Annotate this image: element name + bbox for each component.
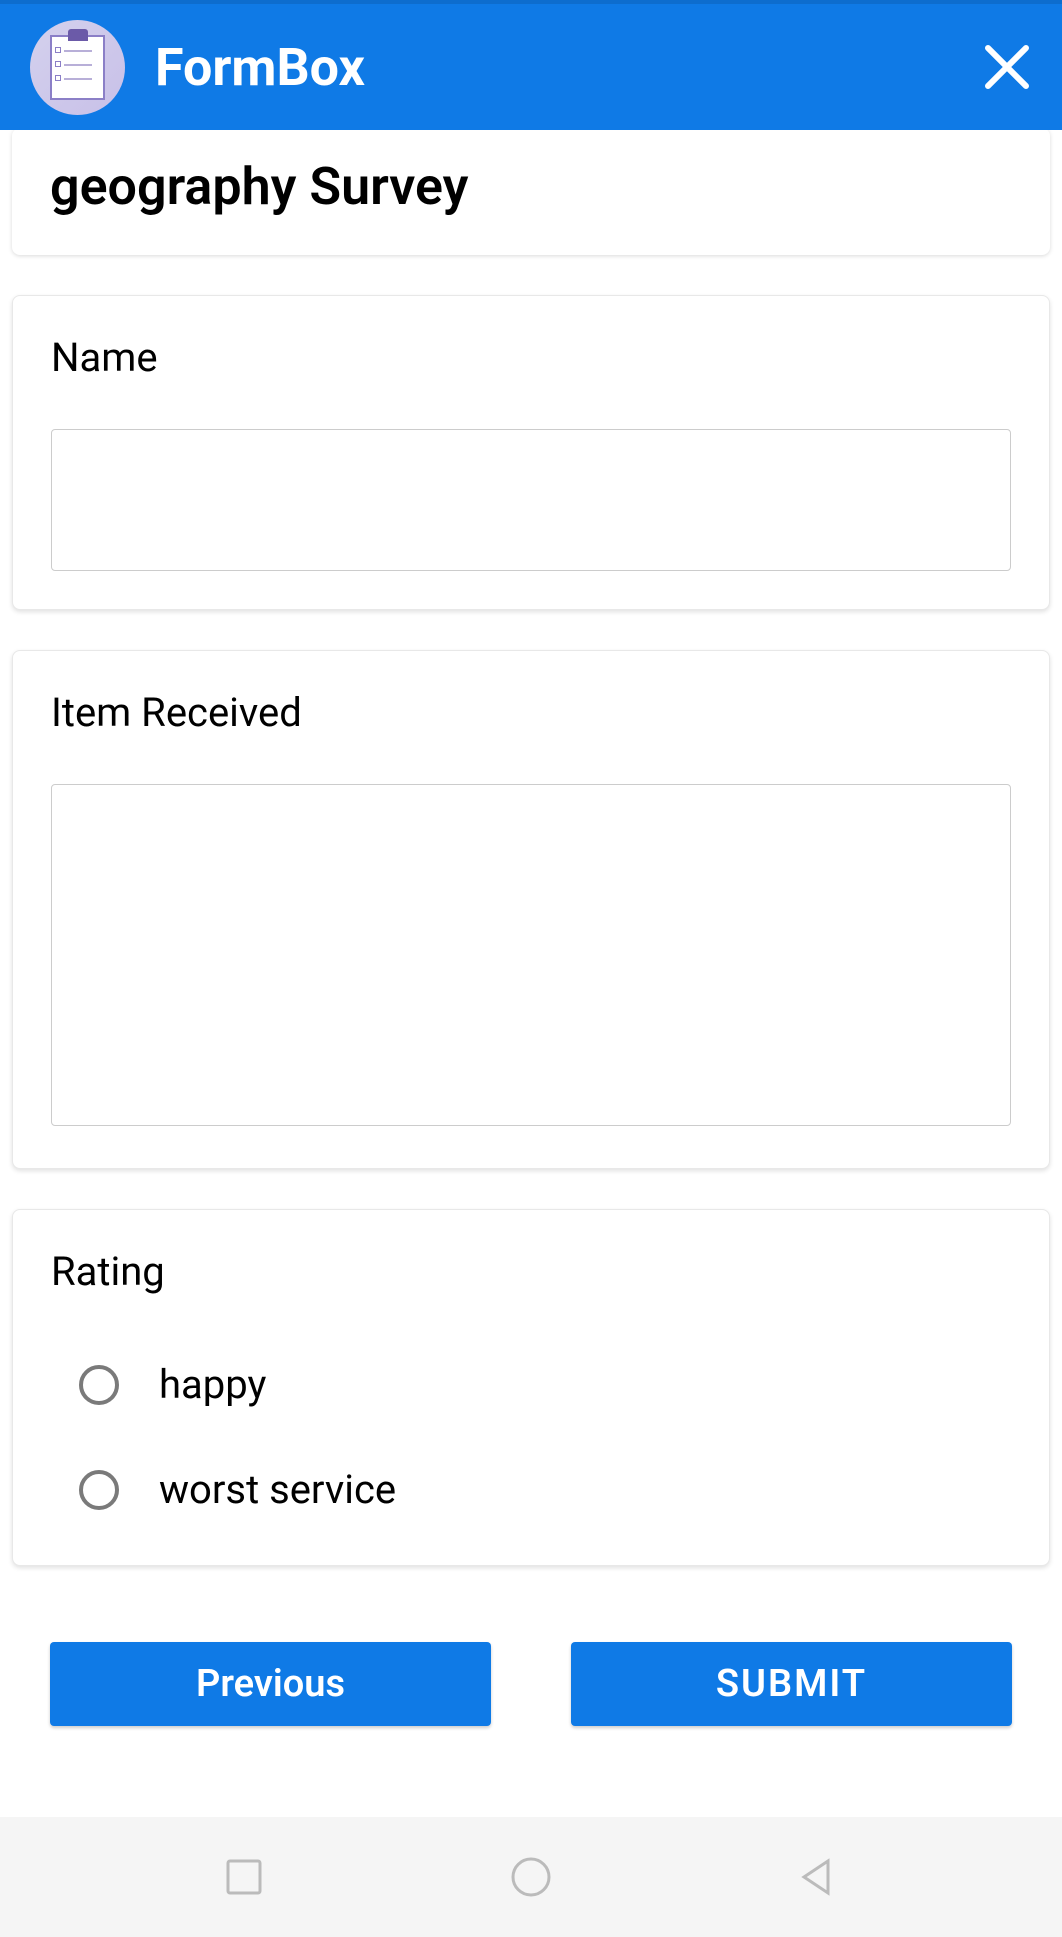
button-row: Previous SUBMIT: [12, 1606, 1050, 1762]
form-title: geography Survey: [50, 156, 1012, 217]
triangle-back-icon: [794, 1853, 842, 1901]
nav-home-button[interactable]: [507, 1853, 555, 1901]
close-button[interactable]: [982, 42, 1032, 92]
submit-button-label: SUBMIT: [716, 1662, 867, 1706]
form-content: geography Survey Name Item Received Rati…: [0, 130, 1062, 1817]
app-title: FormBox: [155, 37, 365, 98]
radio-label: happy: [159, 1361, 266, 1408]
rating-radio-group: happy worst service: [51, 1343, 1011, 1527]
question-label: Rating: [51, 1248, 1011, 1295]
nav-recent-button[interactable]: [220, 1853, 268, 1901]
previous-button[interactable]: Previous: [50, 1642, 491, 1726]
nav-back-button[interactable]: [794, 1853, 842, 1901]
question-card-rating: Rating happy worst service: [12, 1209, 1050, 1566]
radio-option-worst-service[interactable]: worst service: [79, 1466, 1011, 1513]
question-card-name: Name: [12, 295, 1050, 610]
question-label: Name: [51, 334, 1011, 381]
radio-circle-icon: [79, 1365, 119, 1405]
form-title-card: geography Survey: [12, 130, 1050, 255]
app-logo-icon: [30, 20, 125, 115]
question-label: Item Received: [51, 689, 1011, 736]
name-input[interactable]: [51, 429, 1011, 571]
radio-circle-icon: [79, 1470, 119, 1510]
question-card-item-received: Item Received: [12, 650, 1050, 1169]
item-received-input[interactable]: [51, 784, 1011, 1126]
previous-button-label: Previous: [196, 1662, 345, 1706]
circle-icon: [507, 1853, 555, 1901]
square-icon: [220, 1853, 268, 1901]
android-nav-bar: [0, 1817, 1062, 1937]
submit-button[interactable]: SUBMIT: [571, 1642, 1012, 1726]
app-header: FormBox: [0, 0, 1062, 130]
radio-label: worst service: [159, 1466, 396, 1513]
radio-option-happy[interactable]: happy: [79, 1361, 1011, 1408]
close-icon: [982, 42, 1032, 92]
